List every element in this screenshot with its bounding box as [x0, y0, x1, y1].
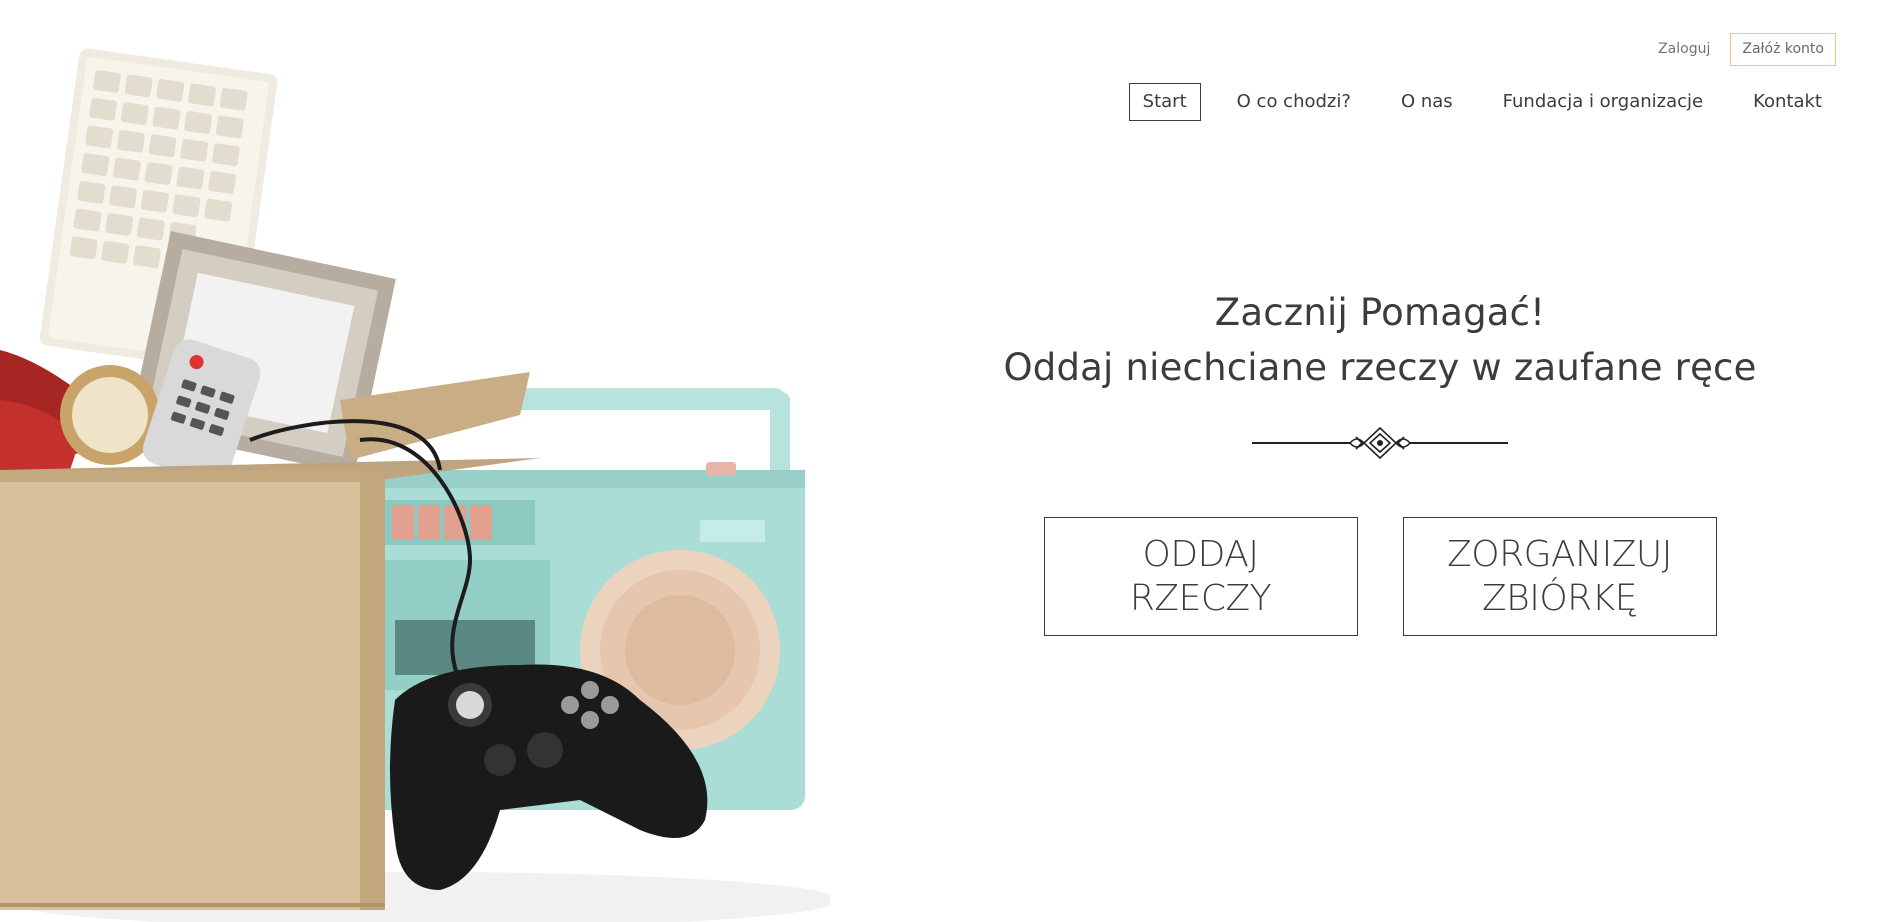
nav-item-foundations[interactable]: Fundacja i organizacje [1489, 83, 1717, 121]
nav-item-about-us[interactable]: O nas [1387, 83, 1467, 121]
hero-title: Zacznij Pomagać! Oddaj niechciane rzeczy… [990, 285, 1770, 395]
main-nav: Start O co chodzi? O nas Fundacja i orga… [1128, 83, 1836, 121]
hero-title-line-1: Zacznij Pomagać! [1214, 291, 1546, 334]
donation-box-illustration [0, 48, 830, 922]
landing-page: Zaloguj Załóż konto Start O co chodzi? O… [0, 0, 1900, 922]
nav-item-start[interactable]: Start [1128, 83, 1201, 121]
hero-title-line-2: Oddaj niechciane rzeczy w zaufane ręce [1003, 346, 1757, 389]
ornament-divider-icon [1252, 426, 1508, 460]
hero-illustration [0, 0, 830, 922]
organize-collection-label: ZORGANIZUJ ZBIÓRKĘ [1447, 533, 1672, 619]
organize-collection-button[interactable]: ZORGANIZUJ ZBIÓRKĘ [1402, 517, 1717, 636]
nav-item-contact[interactable]: Kontakt [1739, 83, 1836, 121]
hero-section: Zacznij Pomagać! Oddaj niechciane rzeczy… [990, 285, 1770, 636]
give-items-button[interactable]: ODDAJ RZECZY [1043, 517, 1358, 636]
auth-bar: Zaloguj Załóż konto [1646, 33, 1836, 66]
cta-row: ODDAJ RZECZY ZORGANIZUJ ZBIÓRKĘ [990, 517, 1770, 636]
give-items-label: ODDAJ RZECZY [1129, 533, 1272, 619]
register-button[interactable]: Załóż konto [1730, 33, 1836, 66]
login-link[interactable]: Zaloguj [1646, 33, 1722, 66]
nav-item-about-cause[interactable]: O co chodzi? [1223, 83, 1365, 121]
